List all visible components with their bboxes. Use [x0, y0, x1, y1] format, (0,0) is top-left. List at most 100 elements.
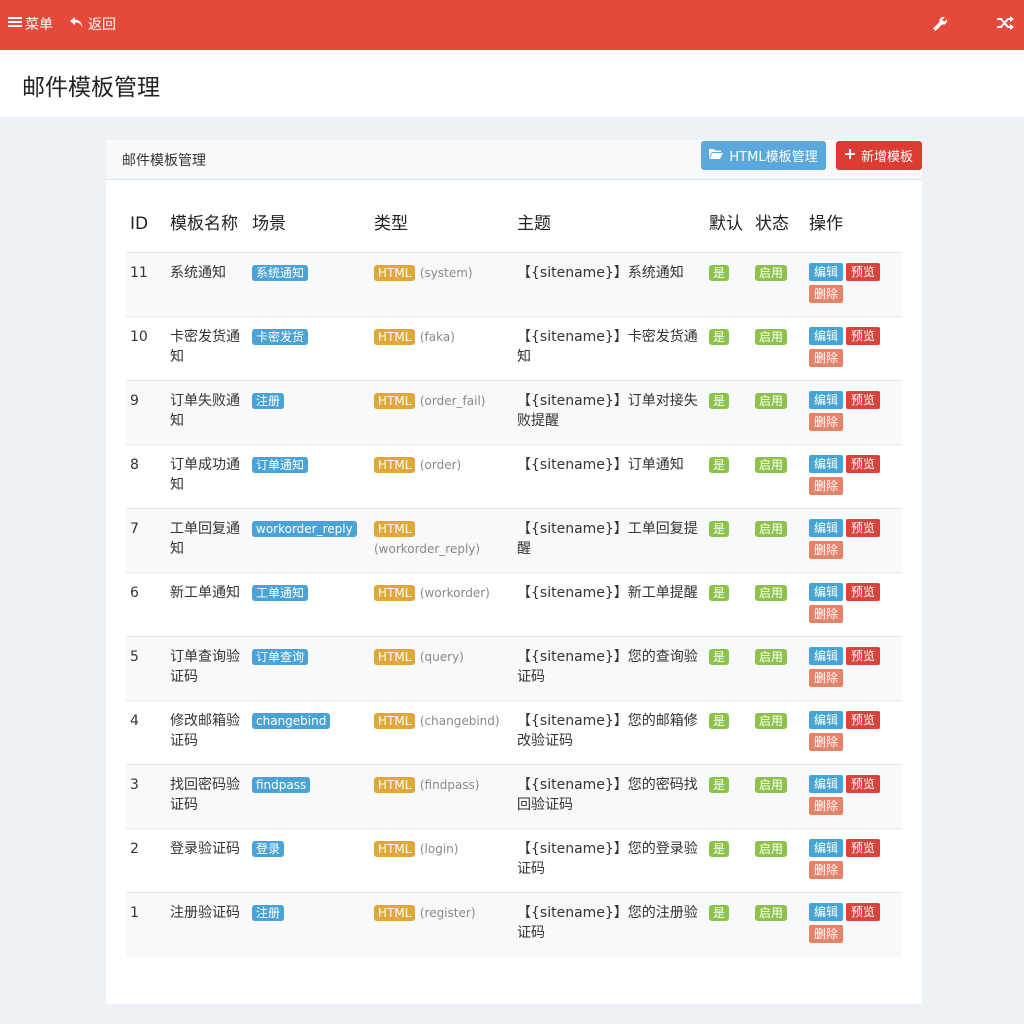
page-header: 邮件模板管理: [0, 50, 1024, 118]
preview-button[interactable]: 预览: [846, 519, 881, 537]
default-badge: 是: [709, 713, 730, 729]
cell-scene: 工单通知: [248, 572, 370, 637]
panel-title: 邮件模板管理: [122, 153, 206, 169]
cell-scene: 订单通知: [248, 444, 370, 509]
cell-ops: 编辑 预览 删除: [805, 700, 902, 765]
html-template-manage-button[interactable]: HTML模板管理: [701, 141, 826, 170]
preview-button[interactable]: 预览: [846, 711, 881, 729]
edit-button[interactable]: 编辑: [809, 583, 844, 601]
template-panel: 邮件模板管理 HTML模板管理 新增模板 ID 模板名称 场景 类型 主题 默认…: [106, 140, 922, 1004]
cell-status: 启用: [751, 636, 805, 701]
template-subject: 【{sitename}】订单通知: [517, 457, 684, 473]
delete-button[interactable]: 删除: [809, 861, 844, 879]
edit-button[interactable]: 编辑: [809, 711, 844, 729]
template-name: 修改邮箱验证码: [170, 713, 240, 749]
preview-button[interactable]: 预览: [846, 455, 881, 473]
type-badge: HTML: [374, 649, 416, 665]
cell-scene: 登录: [248, 828, 370, 893]
row-actions: 编辑 预览 删除: [809, 775, 891, 815]
edit-button[interactable]: 编辑: [809, 647, 844, 665]
cell-id: 4: [126, 700, 166, 765]
wrench-icon[interactable]: [928, 12, 950, 34]
table-body: 11 系统通知 系统通知 HTML (system) 【{sitename}】系…: [126, 252, 902, 957]
cell-subject: 【{sitename}】卡密发货通知: [513, 316, 705, 381]
scene-badge: 卡密发货: [252, 329, 309, 345]
type-code: (login): [419, 842, 459, 856]
cell-subject: 【{sitename}】您的邮箱修改验证码: [513, 700, 705, 765]
delete-button[interactable]: 删除: [809, 413, 844, 431]
preview-button[interactable]: 预览: [846, 263, 881, 281]
edit-button[interactable]: 编辑: [809, 455, 844, 473]
table-row: 1 注册验证码 注册 HTML (register) 【{sitename}】您…: [126, 892, 902, 957]
edit-button[interactable]: 编辑: [809, 391, 844, 409]
cell-ops: 编辑 预览 删除: [805, 828, 902, 893]
edit-button[interactable]: 编辑: [809, 839, 844, 857]
delete-button[interactable]: 删除: [809, 477, 844, 495]
edit-button[interactable]: 编辑: [809, 903, 844, 921]
edit-button[interactable]: 编辑: [809, 519, 844, 537]
preview-button[interactable]: 预览: [846, 647, 881, 665]
add-template-button[interactable]: 新增模板: [836, 141, 922, 170]
preview-button[interactable]: 预览: [846, 583, 881, 601]
scene-badge: workorder_reply: [252, 521, 357, 537]
header-name: 模板名称: [170, 214, 238, 234]
folder-open-icon: [709, 148, 724, 163]
row-actions: 编辑 预览 删除: [809, 263, 891, 303]
scene-badge: changebind: [252, 713, 331, 729]
delete-button[interactable]: 删除: [809, 669, 844, 687]
menu-button[interactable]: 菜单: [8, 14, 53, 34]
cell-scene: 注册: [248, 892, 370, 957]
template-id: 11: [130, 265, 148, 281]
type-code: (query): [419, 650, 464, 664]
preview-button[interactable]: 预览: [846, 327, 881, 345]
default-badge: 是: [709, 393, 730, 409]
cell-status: 启用: [751, 444, 805, 509]
delete-button[interactable]: 删除: [809, 925, 844, 943]
template-subject: 【{sitename}】您的查询验证码: [517, 649, 698, 685]
scene-badge: 注册: [252, 393, 285, 409]
template-id: 3: [130, 777, 139, 793]
header-type: 类型: [374, 214, 408, 234]
edit-button[interactable]: 编辑: [809, 327, 844, 345]
preview-button[interactable]: 预览: [846, 903, 881, 921]
delete-button[interactable]: 删除: [809, 541, 844, 559]
delete-button[interactable]: 删除: [809, 605, 844, 623]
delete-button[interactable]: 删除: [809, 349, 844, 367]
template-id: 6: [130, 585, 139, 601]
status-badge: 启用: [755, 649, 788, 665]
preview-button[interactable]: 预览: [846, 391, 881, 409]
cell-name: 新工单通知: [166, 572, 248, 637]
delete-button[interactable]: 删除: [809, 733, 844, 751]
status-badge: 启用: [755, 777, 788, 793]
type-code: (changebind): [419, 714, 500, 728]
template-name: 新工单通知: [170, 585, 240, 601]
shuffle-icon[interactable]: [994, 12, 1016, 34]
cell-type: HTML (query): [370, 636, 513, 701]
cell-scene: 系统通知: [248, 252, 370, 317]
edit-button[interactable]: 编辑: [809, 263, 844, 281]
cell-ops: 编辑 预览 删除: [805, 380, 902, 445]
preview-button[interactable]: 预览: [846, 839, 881, 857]
type-badge: HTML: [374, 329, 416, 345]
menu-label: 菜单: [25, 17, 53, 33]
type-code: (workorder): [419, 586, 490, 600]
status-badge: 启用: [755, 265, 788, 281]
topbar-left: 菜单 返回: [8, 14, 116, 34]
cell-ops: 编辑 预览 删除: [805, 316, 902, 381]
type-badge: HTML: [374, 393, 416, 409]
edit-button[interactable]: 编辑: [809, 775, 844, 793]
template-subject: 【{sitename}】工单回复提醒: [517, 521, 698, 557]
back-button[interactable]: 返回: [69, 14, 116, 34]
cell-ops: 编辑 预览 删除: [805, 252, 902, 317]
template-id: 2: [130, 841, 139, 857]
template-name: 找回密码验证码: [170, 777, 240, 813]
cell-type: HTML (register): [370, 892, 513, 957]
delete-button[interactable]: 删除: [809, 285, 844, 303]
delete-button[interactable]: 删除: [809, 797, 844, 815]
preview-button[interactable]: 预览: [846, 775, 881, 793]
scene-badge: 订单通知: [252, 457, 309, 473]
table-row: 2 登录验证码 登录 HTML (login) 【{sitename}】您的登录…: [126, 828, 902, 893]
cell-scene: 注册: [248, 380, 370, 445]
status-badge: 启用: [755, 393, 788, 409]
cell-type: HTML (system): [370, 252, 513, 317]
